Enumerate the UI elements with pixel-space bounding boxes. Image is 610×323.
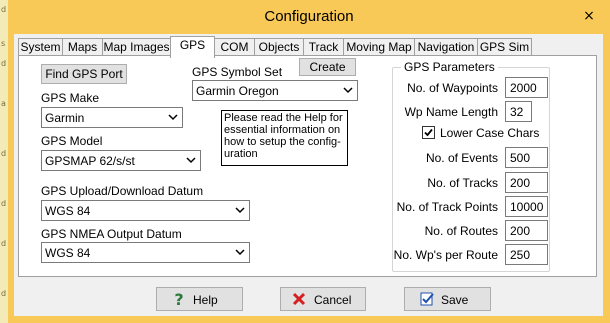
gps-nmea-datum-label: GPS NMEA Output Datum [41, 227, 182, 241]
tab-moving-map[interactable]: Moving Map [343, 38, 415, 56]
track-points-label: No. of Track Points [396, 200, 498, 214]
title-bar[interactable]: Configuration × [8, 0, 610, 34]
gps-symbol-set-label: GPS Symbol Set [192, 65, 283, 79]
lowercase-label: Lower Case Chars [440, 126, 540, 140]
map-letter: d [1, 199, 7, 208]
map-letter: d [1, 5, 7, 14]
events-input[interactable]: 500 [505, 147, 548, 168]
gps-make-dropdown[interactable]: Garmin [41, 107, 183, 128]
save-button-label: Save [441, 293, 469, 307]
help-note-line: how to setup the config- [224, 136, 341, 148]
map-letter: s [1, 39, 6, 48]
tab-map-images[interactable]: Map Images [102, 38, 171, 56]
tab-com[interactable]: COM [214, 38, 255, 56]
help-note-line: uration [224, 148, 258, 160]
help-button-label: Help [193, 293, 218, 307]
wp-name-length-input[interactable]: 32 [505, 101, 532, 122]
chevron-down-icon [235, 249, 245, 256]
wps-per-route-label: No. Wp's per Route [393, 248, 498, 262]
chevron-down-icon [186, 157, 196, 164]
map-letter: d [1, 149, 7, 158]
map-background-strip: d s d a d d d d [0, 0, 8, 323]
events-label: No. of Events [425, 151, 498, 165]
check-document-icon [420, 292, 434, 306]
map-letter: a [1, 99, 6, 108]
chevron-down-icon [343, 87, 353, 94]
gps-upload-datum-label: GPS Upload/Download Datum [41, 184, 204, 198]
routes-label: No. of Routes [424, 224, 498, 238]
tab-maps[interactable]: Maps [62, 38, 103, 56]
gps-tab-panel: Find GPS Port GPS Symbol Set Create Garm… [18, 55, 597, 277]
save-button[interactable]: Save [404, 287, 491, 311]
help-button[interactable]: ? Help [156, 287, 243, 311]
tab-objects[interactable]: Objects [254, 38, 304, 56]
map-letter: d [1, 59, 7, 68]
gps-model-dropdown[interactable]: GPSMAP 62/s/st [41, 150, 201, 171]
check-mark-icon [424, 128, 433, 137]
tab-gps-sim[interactable]: GPS Sim [477, 38, 532, 56]
gps-nmea-datum-dropdown[interactable]: WGS 84 [41, 242, 250, 263]
chevron-down-icon [235, 207, 245, 214]
gps-make-label: GPS Make [41, 91, 100, 105]
waypoints-input[interactable]: 2000 [505, 77, 548, 98]
tab-navigation[interactable]: Navigation [414, 38, 478, 56]
wps-per-route-input[interactable]: 250 [505, 244, 548, 265]
map-letter: d [1, 239, 7, 248]
svg-text:?: ? [174, 291, 183, 307]
tab-system[interactable]: System [18, 38, 63, 56]
map-letter: d [1, 289, 7, 298]
tracks-label: No. of Tracks [427, 176, 498, 190]
close-button[interactable]: × [582, 9, 596, 23]
gps-model-label: GPS Model [41, 134, 103, 148]
gps-nmea-datum-value: WGS 84 [45, 246, 91, 260]
gps-model-value: GPSMAP 62/s/st [45, 154, 135, 168]
dialog-client-area: System Maps Map Images GPS COM Objects T… [14, 34, 603, 316]
tab-gps[interactable]: GPS [170, 36, 215, 58]
gps-upload-datum-dropdown[interactable]: WGS 84 [41, 200, 250, 221]
help-note-line: Please read the Help for [224, 112, 343, 124]
find-gps-port-button[interactable]: Find GPS Port [41, 64, 127, 84]
cancel-button[interactable]: Cancel [280, 287, 366, 311]
track-points-input[interactable]: 10000 [505, 196, 548, 217]
gps-make-value: Garmin [45, 111, 85, 125]
wp-name-length-label: Wp Name Length [404, 105, 498, 119]
tab-track[interactable]: Track [303, 38, 344, 56]
gps-symbol-set-dropdown[interactable]: Garmin Oregon [192, 80, 358, 101]
help-note-line: essential information on [224, 124, 341, 136]
cancel-button-label: Cancel [314, 293, 352, 307]
question-mark-icon: ? [174, 291, 183, 307]
configuration-window: Configuration × System Maps Map Images G… [8, 0, 610, 323]
gps-symbol-set-value: Garmin Oregon [196, 84, 279, 98]
create-button[interactable]: Create [299, 58, 356, 76]
routes-input[interactable]: 200 [505, 220, 548, 241]
chevron-down-icon [168, 114, 178, 121]
lowercase-checkbox[interactable] [422, 126, 435, 139]
waypoints-label: No. of Waypoints [407, 81, 498, 95]
window-title: Configuration [264, 8, 354, 25]
gps-parameters-title: GPS Parameters [401, 60, 498, 74]
help-note-box: Please read the Help for essential infor… [221, 110, 348, 166]
gps-upload-datum-value: WGS 84 [45, 204, 91, 218]
dialog-footer: ? Help Cancel Save [14, 277, 603, 316]
tracks-input[interactable]: 200 [505, 172, 548, 193]
red-x-icon [292, 292, 306, 306]
